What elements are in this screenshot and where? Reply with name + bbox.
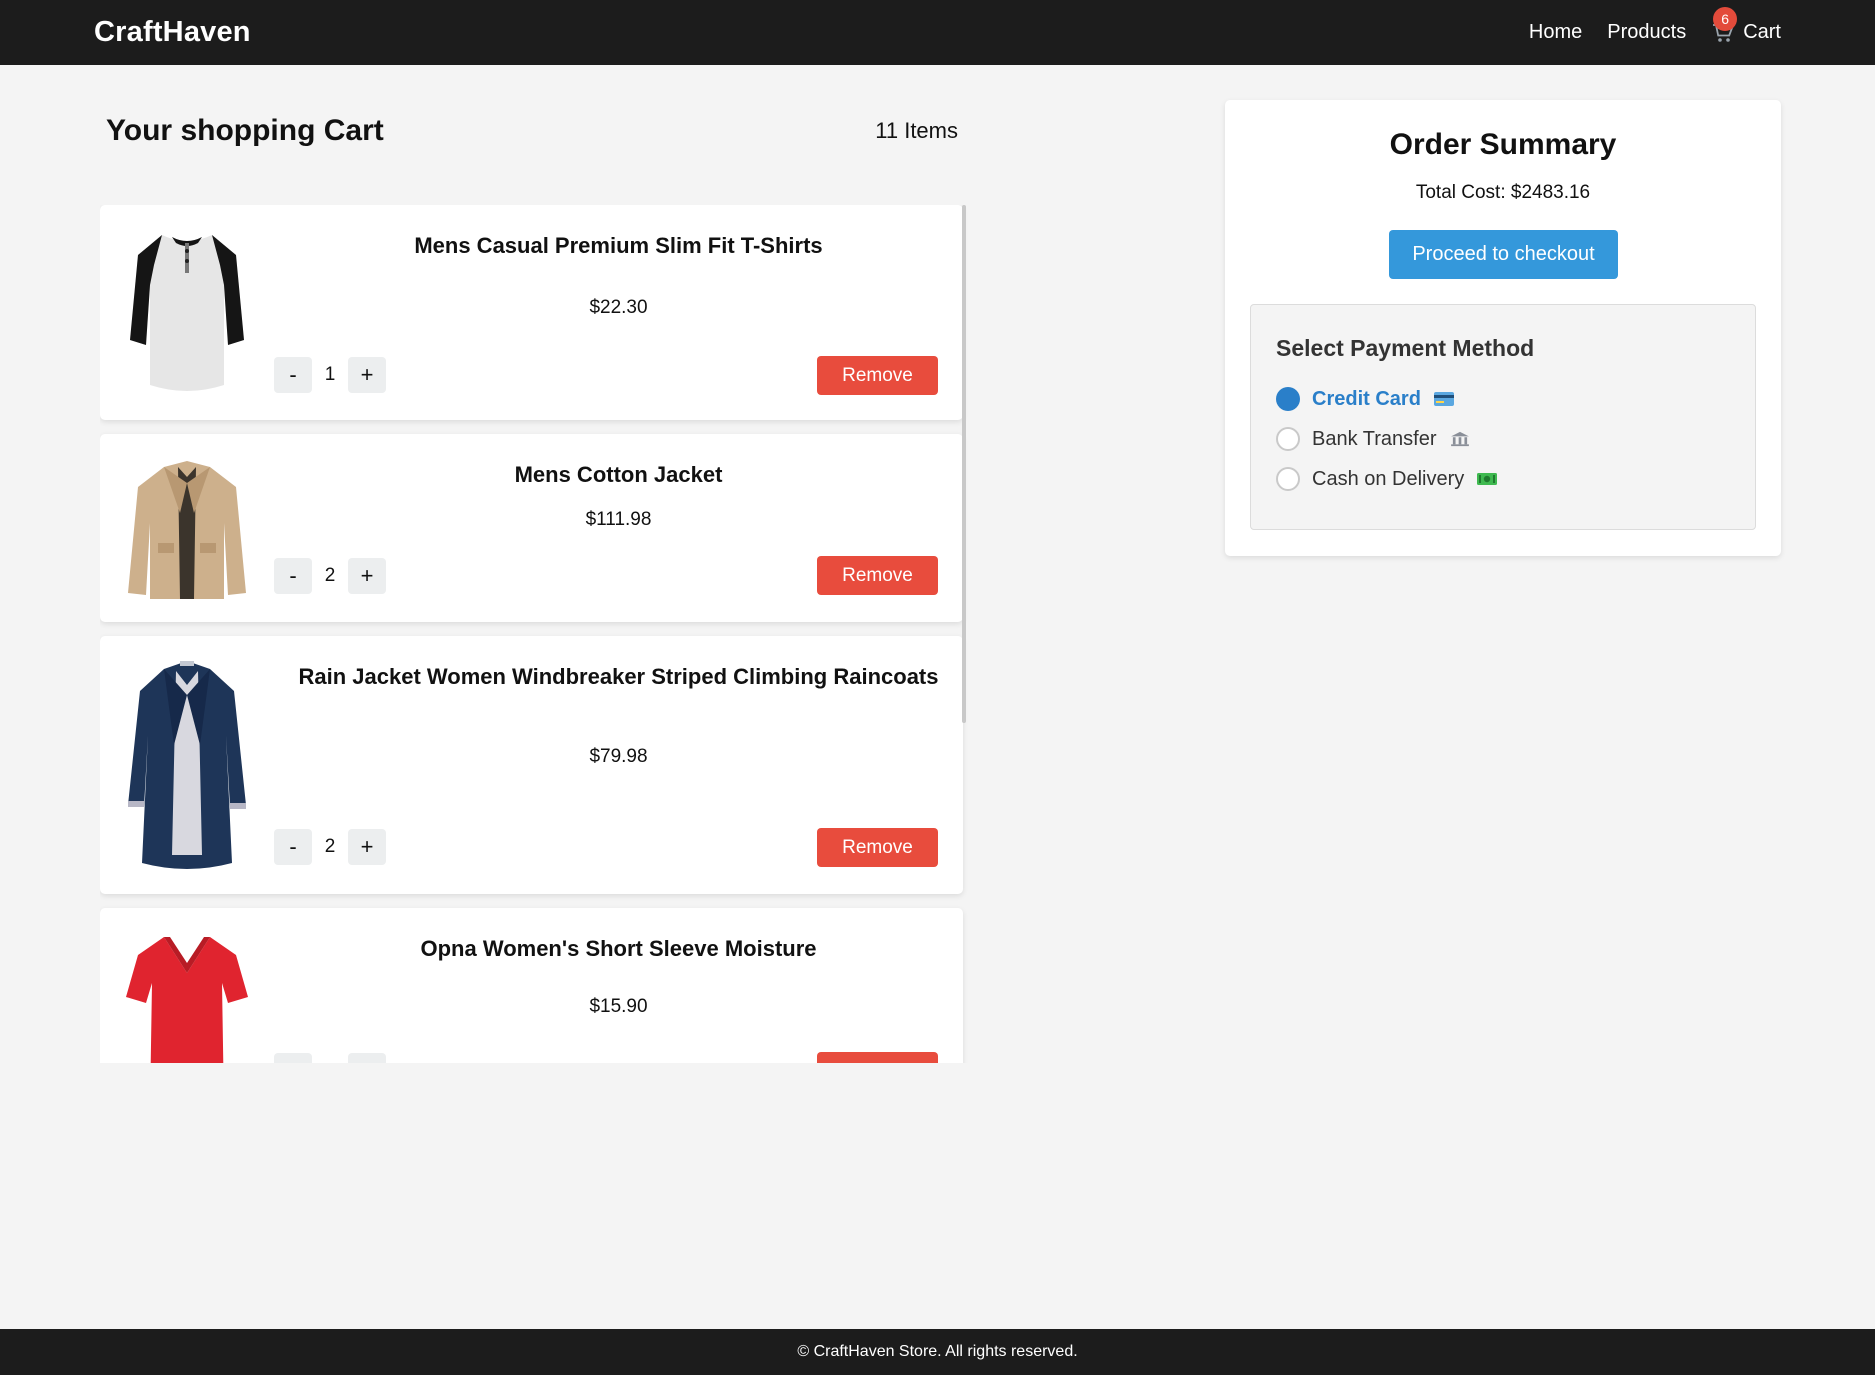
nav-cart-label: Cart [1743, 21, 1781, 43]
remove-button[interactable]: Remove [817, 556, 938, 595]
decrement-button[interactable]: - [274, 829, 312, 865]
footer-copyright: © CraftHaven Store. All rights reserved. [797, 1343, 1078, 1360]
nav-home-link[interactable]: Home [1529, 21, 1582, 44]
decrement-button[interactable]: - [274, 357, 312, 393]
quantity-stepper: - 2 + [274, 558, 386, 594]
product-image[interactable] [124, 636, 250, 894]
cart-count-badge: 6 [1713, 6, 1738, 31]
cart-item: Rain Jacket Women Windbreaker Striped Cl… [100, 636, 963, 894]
product-name[interactable]: Opna Women's Short Sleeve Moisture [274, 936, 963, 962]
navy-raincoat-image [128, 661, 246, 869]
item-details: Opna Women's Short Sleeve Moisture $15.9… [274, 908, 963, 1063]
order-summary-panel: Order Summary Total Cost: $2483.16 Proce… [1225, 100, 1781, 556]
cart-item: Opna Women's Short Sleeve Moisture $15.9… [100, 908, 963, 1063]
cart-icon-wrapper: 6 [1711, 6, 1738, 45]
payment-option-bank-transfer[interactable]: Bank Transfer [1276, 427, 1471, 451]
red-vneck-tshirt-image [126, 937, 248, 1063]
payment-label-cash-on-delivery: Cash on Delivery [1312, 467, 1465, 490]
quantity-value: 1 [324, 364, 336, 385]
payment-option-cash-on-delivery[interactable]: Cash on Delivery [1276, 467, 1498, 491]
item-details: Mens Casual Premium Slim Fit T-Shirts $2… [274, 205, 963, 420]
quantity-stepper: - + [274, 1053, 386, 1063]
nav-products-link[interactable]: Products [1607, 21, 1686, 44]
increment-button[interactable]: + [348, 829, 386, 865]
increment-button[interactable]: + [348, 558, 386, 594]
product-price: $79.98 [589, 746, 648, 767]
remove-button[interactable]: Remove [817, 1052, 938, 1063]
product-price: $15.90 [589, 996, 648, 1017]
payment-label-bank-transfer: Bank Transfer [1312, 427, 1437, 450]
payment-method-box: Select Payment Method Credit Card Bank T… [1250, 304, 1756, 530]
item-details: Rain Jacket Women Windbreaker Striped Cl… [274, 636, 963, 894]
product-price: $111.98 [585, 509, 652, 530]
footer: © CraftHaven Store. All rights reserved. [0, 1329, 1875, 1375]
increment-button[interactable]: + [348, 1053, 386, 1063]
brand-logo[interactable]: CraftHaven [94, 16, 251, 49]
decrement-button[interactable]: - [274, 558, 312, 594]
product-price: $22.30 [589, 297, 648, 318]
product-image[interactable] [124, 908, 250, 1063]
cart-list-scroll-area[interactable]: Mens Casual Premium Slim Fit T-Shirts $2… [100, 205, 968, 1063]
order-summary-title: Order Summary [1389, 128, 1617, 161]
cart-item-count: 11 Items [875, 118, 958, 143]
payment-option-credit-card[interactable]: Credit Card [1276, 387, 1455, 411]
radio-bank-transfer[interactable] [1276, 427, 1300, 451]
increment-button[interactable]: + [348, 357, 386, 393]
beige-jacket-image [128, 461, 246, 599]
remove-button[interactable]: Remove [817, 828, 938, 867]
item-details: Mens Cotton Jacket $111.98 - 2 + Remove [274, 434, 963, 622]
product-name[interactable]: Rain Jacket Women Windbreaker Striped Cl… [274, 664, 963, 690]
cart-list: Mens Casual Premium Slim Fit T-Shirts $2… [100, 205, 963, 1063]
payment-method-title: Select Payment Method [1276, 335, 1535, 361]
quantity-value: 2 [324, 565, 336, 586]
nav-cart-link[interactable]: 6 Cart [1711, 6, 1781, 45]
navbar: CraftHaven Home Products 6 Cart [0, 0, 1875, 65]
radio-cash-on-delivery[interactable] [1276, 467, 1300, 491]
cart-header: Your shopping Cart 11 Items [106, 114, 958, 148]
quantity-value: 2 [324, 836, 336, 857]
product-image[interactable] [124, 434, 250, 622]
remove-button[interactable]: Remove [817, 356, 938, 395]
cart-list-scrollbar[interactable] [962, 205, 966, 723]
raglan-tshirt-image [130, 235, 244, 391]
quantity-stepper: - 1 + [274, 357, 386, 393]
cash-icon [1477, 473, 1498, 485]
nav-links: Home Products 6 Cart [1529, 6, 1781, 45]
cart-item: Mens Cotton Jacket $111.98 - 2 + Remove [100, 434, 963, 622]
quantity-stepper: - 2 + [274, 829, 386, 865]
bank-icon [1450, 431, 1469, 447]
radio-credit-card[interactable] [1276, 387, 1300, 411]
order-total-cost: Total Cost: $2483.16 [1415, 182, 1591, 203]
product-name[interactable]: Mens Casual Premium Slim Fit T-Shirts [274, 233, 963, 259]
product-name[interactable]: Mens Cotton Jacket [274, 462, 963, 488]
decrement-button[interactable]: - [274, 1053, 312, 1063]
cart-item: Mens Casual Premium Slim Fit T-Shirts $2… [100, 205, 963, 420]
product-image[interactable] [124, 205, 250, 420]
proceed-to-checkout-button[interactable]: Proceed to checkout [1389, 230, 1618, 279]
cart-title: Your shopping Cart [106, 114, 384, 147]
payment-label-credit-card: Credit Card [1312, 387, 1421, 410]
credit-card-icon [1433, 392, 1454, 406]
